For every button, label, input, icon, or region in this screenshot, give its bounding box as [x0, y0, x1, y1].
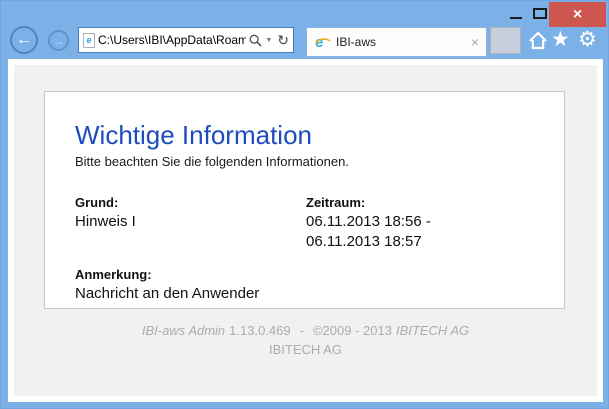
zeitraum-label: Zeitraum:	[306, 195, 544, 210]
grund-label: Grund:	[75, 195, 306, 210]
zeitraum-line2: 06.11.2013 18:57	[306, 232, 544, 252]
search-icon[interactable]	[249, 34, 262, 47]
grund-field: Grund: Hinweis I	[75, 195, 306, 253]
footer-copyright: ©2009 - 2013	[313, 323, 392, 338]
page-background: Wichtige Information Bitte beachten Sie …	[14, 65, 597, 396]
tab-title: IBI-aws	[336, 35, 466, 49]
info-fields: Grund: Hinweis I Zeitraum: 06.11.2013 18…	[75, 195, 544, 304]
settings-gear-icon[interactable]: ⚙	[578, 29, 597, 50]
browser-window: × ← → e C:\Users\IBI\AppData\Roam ▼ ↻ e …	[0, 0, 609, 409]
page-viewport: Wichtige Information Bitte beachten Sie …	[8, 59, 603, 402]
page-favicon-icon: e	[83, 33, 95, 48]
grund-value: Hinweis I	[75, 212, 306, 232]
tab-close-icon[interactable]: ×	[471, 35, 479, 49]
anmerkung-label: Anmerkung:	[75, 267, 306, 282]
minimize-icon	[510, 17, 522, 19]
information-card: Wichtige Information Bitte beachten Sie …	[44, 91, 565, 309]
footer-separator: -	[300, 323, 304, 338]
ie-letter: e	[86, 35, 91, 45]
forward-button[interactable]: →	[48, 30, 69, 51]
footer-line2: IBITECH AG	[14, 342, 597, 358]
address-bar[interactable]: e C:\Users\IBI\AppData\Roam ▼ ↻	[78, 27, 294, 53]
tab-ibi-aws[interactable]: e IBI-aws ×	[306, 27, 487, 57]
footer-line1: IBI-aws Admin 1.13.0.469-©2009 - 2013 IBIT…	[14, 323, 597, 339]
ie-favicon-icon: e	[314, 34, 331, 50]
minimize-button[interactable]	[504, 7, 528, 25]
page-subtitle: Bitte beachten Sie die folgenden Informa…	[75, 154, 544, 169]
home-icon[interactable]	[528, 31, 548, 50]
close-icon: ×	[573, 7, 582, 23]
page-title: Wichtige Information	[75, 120, 544, 151]
favorites-star-icon[interactable]: ★	[551, 29, 570, 50]
anmerkung-value: Nachricht an den Anwender	[75, 284, 306, 304]
address-dropdown-caret-icon[interactable]: ▼	[265, 37, 272, 44]
anmerkung-field: Anmerkung: Nachricht an den Anwender	[75, 267, 306, 304]
zeitraum-field: Zeitraum: 06.11.2013 18:56 - 06.11.2013 …	[306, 195, 544, 253]
forward-arrow-icon: →	[53, 35, 65, 47]
zeitraum-line1: 06.11.2013 18:56 -	[306, 212, 544, 232]
refresh-icon[interactable]: ↻	[277, 33, 289, 47]
zeitraum-value: 06.11.2013 18:56 - 06.11.2013 18:57	[306, 212, 544, 253]
address-input[interactable]: C:\Users\IBI\AppData\Roam	[98, 33, 246, 47]
page-footer: IBI-aws Admin 1.13.0.469-©2009 - 2013 IBIT…	[14, 323, 597, 359]
close-button[interactable]: ×	[549, 2, 606, 27]
back-arrow-icon: ←	[16, 32, 32, 48]
footer-version: 1.13.0.469	[229, 323, 290, 338]
back-button[interactable]: ←	[10, 26, 38, 54]
maximize-icon	[533, 8, 547, 19]
new-tab-button[interactable]	[490, 27, 521, 54]
footer-app-name: IBI-aws Admin	[142, 323, 225, 338]
maximize-button[interactable]	[529, 4, 551, 24]
footer-company: IBITECH AG	[396, 323, 469, 338]
fields-spacer	[306, 253, 544, 304]
